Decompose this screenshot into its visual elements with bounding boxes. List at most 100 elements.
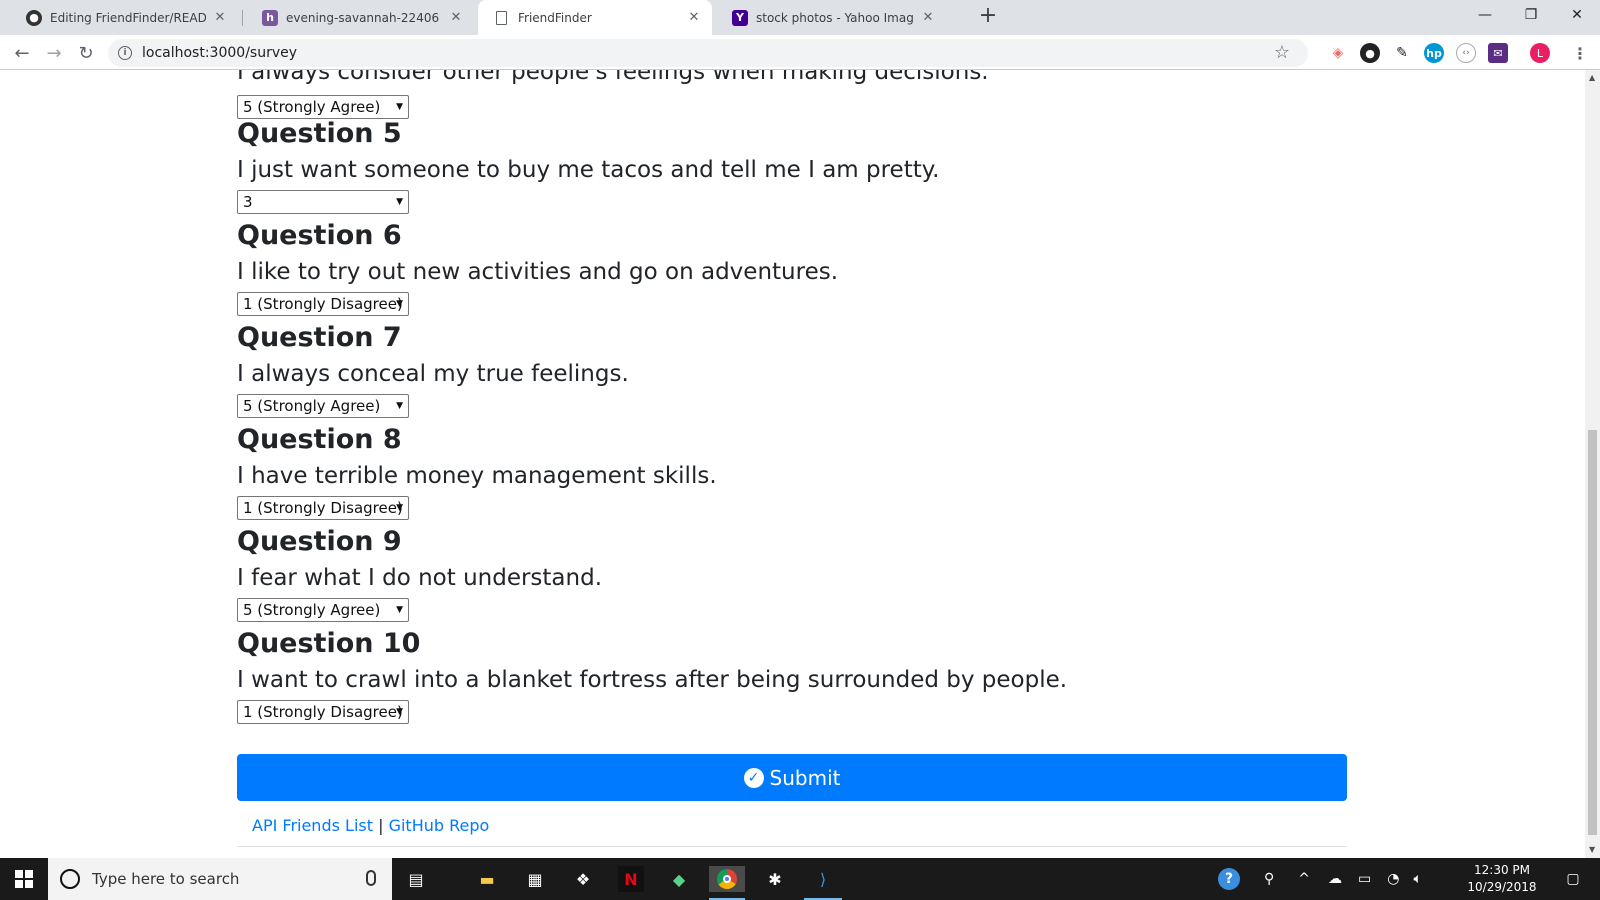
answer-select[interactable]: 1 (Strongly Disagree) ▼ <box>237 292 409 316</box>
answer-select[interactable]: 3 ▼ <box>237 190 409 214</box>
store-icon[interactable]: ▦ <box>522 866 548 892</box>
submit-label: Submit <box>769 765 841 790</box>
heroku-icon: h <box>262 9 278 26</box>
chevron-down-icon: ▼ <box>396 197 403 207</box>
select-value: 5 (Strongly Agree) <box>243 397 381 415</box>
close-window-button[interactable]: ✕ <box>1554 0 1600 30</box>
question-text: I have terrible money management skills. <box>237 463 717 489</box>
gitkraken-icon[interactable]: ◆ <box>666 866 692 892</box>
restore-button[interactable]: ❐ <box>1508 0 1554 30</box>
chevron-up-icon[interactable]: ^ <box>1298 871 1310 887</box>
new-tab-button[interactable]: + <box>976 5 1000 29</box>
chevron-down-icon: ▼ <box>396 401 403 411</box>
github-repo-link[interactable]: GitHub Repo <box>389 816 490 835</box>
question-heading: Question 5 <box>237 118 402 149</box>
clock[interactable]: 12:30 PM 10/29/2018 <box>1462 862 1542 896</box>
extension-arrows-icon[interactable]: ◈ <box>1328 43 1348 63</box>
forward-button[interactable]: → <box>42 41 66 65</box>
question-block: Question 8 I have terrible money managem… <box>237 424 717 520</box>
tab-friendfinder[interactable]: FriendFinder ✕ <box>478 0 712 35</box>
question-block: Question 6 I like to try out new activit… <box>237 220 838 316</box>
close-icon[interactable]: ✕ <box>920 10 936 26</box>
yahoo-icon: Y <box>732 9 748 26</box>
tab-title: stock photos - Yahoo Image Sear <box>756 10 914 25</box>
answer-select[interactable]: 1 (Strongly Disagree) ▼ <box>237 496 409 520</box>
wifi-icon[interactable]: ◔ <box>1387 871 1399 887</box>
question-heading: Question 8 <box>237 424 402 455</box>
answer-select[interactable]: 5 (Strongly Agree) ▼ <box>237 95 409 119</box>
slack-icon[interactable]: ✱ <box>762 866 788 892</box>
answer-select[interactable]: 5 (Strongly Agree) ▼ <box>237 394 409 418</box>
cortana-icon <box>60 869 80 889</box>
question-text: I just want someone to buy me tacos and … <box>237 157 940 183</box>
scroll-down-icon[interactable]: ▼ <box>1589 845 1595 854</box>
tab-separator <box>242 10 243 26</box>
question-heading: Question 9 <box>237 526 402 557</box>
question-text: I always conceal my true feelings. <box>237 361 629 387</box>
browser-toolbar: ← → ↻ i localhost:3000/survey ☆ ◈ ● ✎ hp… <box>0 35 1600 70</box>
onedrive-icon[interactable]: ☁ <box>1328 871 1342 887</box>
tab-bar: ● Editing FriendFinder/README.m ✕ h even… <box>0 0 1600 35</box>
profile-avatar[interactable]: L <box>1530 43 1550 63</box>
system-tray: ? ⚲ ^ ☁ ▭ ◔ 🔈︎ <box>1218 858 1422 900</box>
chevron-down-icon: ▼ <box>396 299 403 309</box>
question-heading: Question 6 <box>237 220 402 251</box>
url-text: localhost:3000/survey <box>142 45 298 61</box>
tab-github[interactable]: ● Editing FriendFinder/README.m ✕ <box>8 0 238 35</box>
info-icon[interactable]: i <box>118 46 132 60</box>
hp-icon[interactable]: hp <box>1424 43 1444 63</box>
scrollbar-thumb[interactable] <box>1588 430 1597 835</box>
menu-kebab-icon[interactable]: ⋮ <box>1570 43 1590 63</box>
close-icon[interactable]: ✕ <box>448 10 464 26</box>
select-value: 1 (Strongly Disagree) <box>243 295 403 313</box>
people-icon[interactable]: ⚲ <box>1264 871 1274 887</box>
link-separator: | <box>378 816 384 835</box>
reload-button[interactable]: ↻ <box>74 41 98 65</box>
question-block: Question 9 I fear what I do not understa… <box>237 526 602 622</box>
extension-mail-icon[interactable]: ✉ <box>1488 43 1508 63</box>
question-heading: Question 10 <box>237 628 421 659</box>
close-icon[interactable]: ✕ <box>686 10 702 26</box>
answer-select[interactable]: 5 (Strongly Agree) ▼ <box>237 598 409 622</box>
microphone-icon[interactable] <box>366 870 376 886</box>
page-viewport: I always consider other people's feeling… <box>0 70 1585 858</box>
extension-pen-icon[interactable]: ✎ <box>1392 43 1412 63</box>
tab-title: evening-savannah-22406 · Activi <box>286 10 442 25</box>
netflix-icon[interactable]: N <box>618 866 644 892</box>
tab-heroku[interactable]: h evening-savannah-22406 · Activi ✕ <box>244 0 474 35</box>
check-circle-icon: ✓ <box>743 767 764 788</box>
address-bar[interactable]: i localhost:3000/survey ☆ <box>108 39 1308 67</box>
page-icon <box>496 10 507 25</box>
submit-button[interactable]: ✓ Submit <box>237 754 1347 801</box>
close-icon[interactable]: ✕ <box>212 10 228 26</box>
chevron-down-icon: ▼ <box>396 102 403 112</box>
scroll-up-icon[interactable]: ▲ <box>1589 73 1595 82</box>
battery-icon[interactable]: ▭ <box>1358 871 1371 887</box>
start-button[interactable] <box>0 858 48 900</box>
api-friends-link[interactable]: API Friends List <box>252 816 373 835</box>
help-icon[interactable]: ? <box>1218 868 1240 890</box>
dropbox-icon[interactable]: ❖ <box>570 866 596 892</box>
back-button[interactable]: ← <box>10 41 34 65</box>
tab-yahoo[interactable]: Y stock photos - Yahoo Image Sear ✕ <box>714 0 946 35</box>
select-value: 5 (Strongly Agree) <box>243 601 381 619</box>
scrollbar[interactable]: ▲ ▼ <box>1585 70 1600 858</box>
clock-date: 10/29/2018 <box>1467 880 1537 894</box>
file-explorer-icon[interactable]: ▬ <box>474 866 500 892</box>
taskbar-search[interactable]: Type here to search <box>48 858 392 900</box>
answer-select[interactable]: 1 (Strongly Disagree) ▼ <box>237 700 409 724</box>
minimize-button[interactable]: — <box>1462 0 1508 30</box>
extension-code-icon[interactable]: ‹› <box>1456 43 1476 63</box>
bookmark-star-icon[interactable]: ☆ <box>1274 42 1290 63</box>
volume-icon[interactable]: 🔈︎ <box>1413 871 1421 887</box>
chrome-icon[interactable] <box>709 866 745 892</box>
search-placeholder: Type here to search <box>92 870 240 888</box>
taskbar: Type here to search ▤ ▬ ▦ ❖ N ◆ ✱ ⟩ ? ⚲ … <box>0 858 1600 900</box>
footer-links: API Friends List | GitHub Repo <box>252 816 489 835</box>
task-view-icon[interactable]: ▤ <box>403 866 429 892</box>
vscode-icon[interactable]: ⟩ <box>810 866 836 892</box>
github-icon: ● <box>26 9 42 26</box>
extension-camera-icon[interactable]: ● <box>1360 43 1380 63</box>
notifications-icon[interactable]: ▢ <box>1560 866 1586 892</box>
question-block: Question 7 I always conceal my true feel… <box>237 322 629 418</box>
